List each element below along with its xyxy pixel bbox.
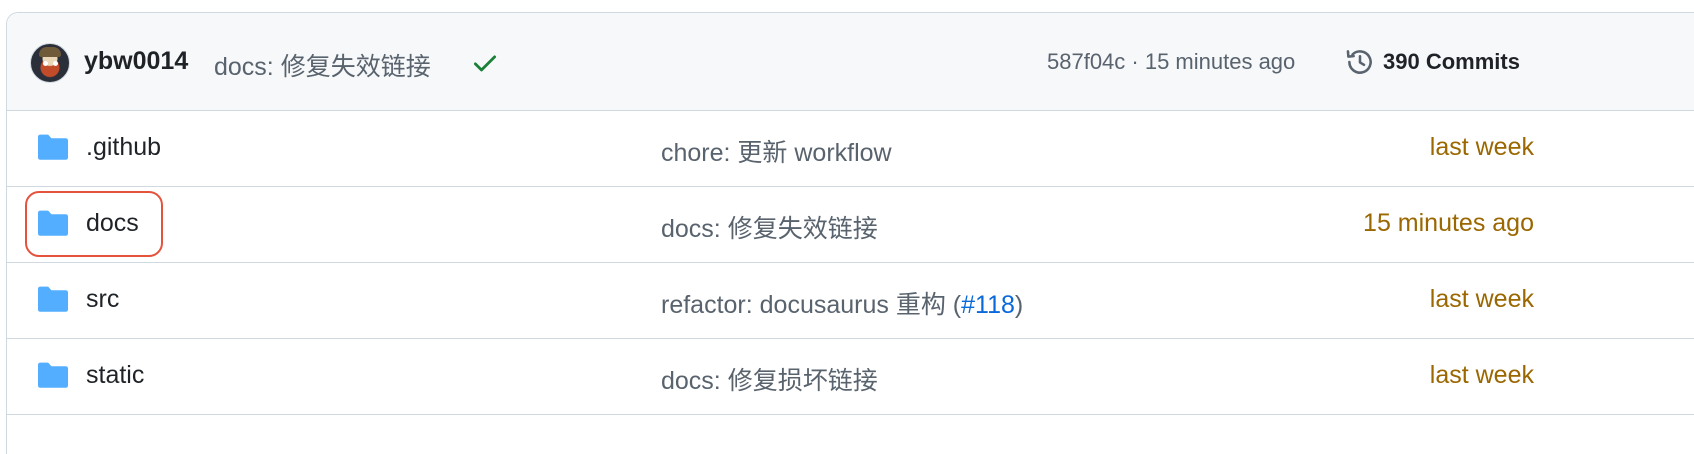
commit-message[interactable]: docs: 修复失效链接 xyxy=(214,47,431,83)
file-commit-message[interactable]: docs: 修复损坏链接 xyxy=(661,361,878,397)
file-commit-age: last week xyxy=(1429,361,1534,389)
file-commit-message[interactable]: chore: 更新 workflow xyxy=(661,133,892,169)
pull-request-link[interactable]: #118 xyxy=(961,291,1015,319)
file-commit-message-text[interactable]: docs: 修复损坏链接 xyxy=(661,367,878,395)
folder-icon xyxy=(38,210,68,236)
file-name[interactable]: src xyxy=(86,285,119,314)
file-name[interactable]: static xyxy=(86,361,144,390)
file-row-src[interactable]: src refactor: docusaurus 重构 (#118) last … xyxy=(7,263,1694,339)
commit-author[interactable]: ybw0014 xyxy=(84,47,188,76)
file-commit-message-suffix[interactable]: ) xyxy=(1015,291,1023,319)
file-name[interactable]: .github xyxy=(86,133,161,162)
file-row-docs[interactable]: docs docs: 修复失效链接 15 minutes ago xyxy=(7,187,1694,263)
file-commit-message[interactable]: docs: 修复失效链接 xyxy=(661,209,878,245)
commit-sha-time[interactable]: 587f04c · 15 minutes ago xyxy=(1047,49,1295,75)
file-row-static[interactable]: static docs: 修复损坏链接 last week xyxy=(7,339,1694,415)
avatar-eye xyxy=(53,61,58,66)
folder-icon xyxy=(38,286,68,312)
file-name[interactable]: docs xyxy=(86,209,139,238)
file-commit-message-text[interactable]: refactor: docusaurus 重构 ( xyxy=(661,291,961,319)
commits-count-link[interactable]: 390 Commits xyxy=(1383,49,1520,75)
file-commit-age: last week xyxy=(1429,285,1534,313)
file-row-github[interactable]: .github chore: 更新 workflow last week xyxy=(7,111,1694,187)
latest-commit-bar: ybw0014 docs: 修复失效链接 587f04c · 15 minute… xyxy=(7,13,1694,111)
folder-icon xyxy=(38,362,68,388)
file-commit-message-text[interactable]: chore: 更新 workflow xyxy=(661,139,892,167)
folder-icon xyxy=(38,134,68,160)
avatar[interactable] xyxy=(30,43,70,83)
history-icon[interactable] xyxy=(1343,45,1377,79)
file-commit-age: last week xyxy=(1429,133,1534,161)
file-commit-message[interactable]: refactor: docusaurus 重构 (#118) xyxy=(661,285,1023,321)
file-table: ybw0014 docs: 修复失效链接 587f04c · 15 minute… xyxy=(6,12,1694,454)
file-commit-age: 15 minutes ago xyxy=(1363,209,1534,237)
avatar-eye xyxy=(43,61,48,66)
file-commit-message-text[interactable]: docs: 修复失效链接 xyxy=(661,215,878,243)
avatar-hat xyxy=(39,47,61,57)
check-icon[interactable] xyxy=(471,49,499,77)
